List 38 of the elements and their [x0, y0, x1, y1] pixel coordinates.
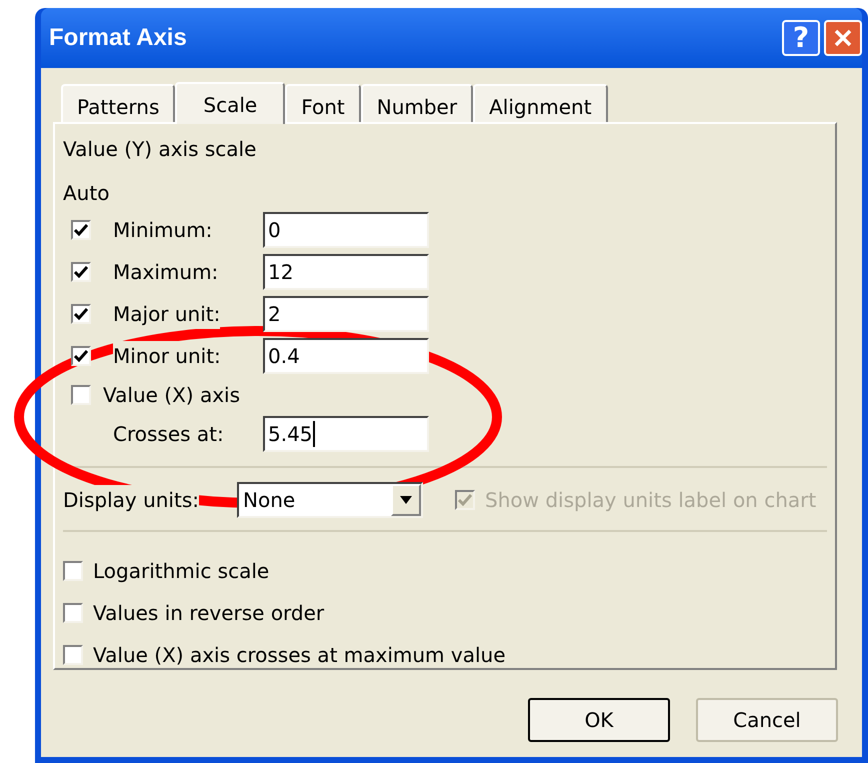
- checkmark-icon: [458, 494, 472, 506]
- checkbox[interactable]: [71, 220, 91, 240]
- close-icon: [833, 28, 853, 48]
- close-button[interactable]: [824, 20, 862, 56]
- checkbox[interactable]: [63, 561, 83, 581]
- input-field[interactable]: 5.45: [263, 416, 429, 452]
- dropdown[interactable]: None: [237, 482, 423, 518]
- dialog-button[interactable]: Cancel: [696, 698, 838, 742]
- checkmark-icon: [74, 308, 88, 320]
- dropdown-arrow-button[interactable]: [391, 484, 421, 516]
- help-button[interactable]: ?: [782, 20, 820, 56]
- tab[interactable]: Font: [285, 84, 361, 122]
- checkbox-label: Logarithmic scale: [93, 558, 270, 585]
- checkbox[interactable]: [63, 645, 83, 665]
- input-field[interactable]: 2: [263, 296, 429, 332]
- group-label: Auto: [63, 180, 110, 207]
- checkbox[interactable]: [71, 304, 91, 324]
- section-title: Value (Y) axis scale: [63, 136, 258, 163]
- checkbox-label: Value (X) axis crosses at maximum value: [93, 642, 506, 669]
- checkbox[interactable]: [71, 385, 91, 405]
- checkbox[interactable]: [63, 603, 83, 623]
- dialog-button[interactable]: OK: [528, 698, 670, 742]
- input-field[interactable]: 0: [263, 212, 429, 248]
- checkbox[interactable]: [71, 346, 91, 366]
- checkbox[interactable]: [71, 262, 91, 282]
- tab[interactable]: Scale: [175, 82, 286, 124]
- caret-icon: [400, 496, 412, 504]
- tab[interactable]: Patterns: [61, 84, 176, 122]
- checkbox-label: Values in reverse order: [93, 600, 324, 627]
- input-field[interactable]: 12: [263, 254, 429, 290]
- checkbox-label: Show display units label on chart: [485, 487, 816, 514]
- tab[interactable]: Alignment: [473, 84, 608, 122]
- input-field[interactable]: 0.4: [263, 338, 429, 374]
- window-title: Format Axis: [49, 23, 187, 53]
- checkmark-icon: [74, 224, 88, 236]
- checkmark-icon: [74, 266, 88, 278]
- checkmark-icon: [74, 350, 88, 362]
- tab[interactable]: Number: [360, 84, 474, 122]
